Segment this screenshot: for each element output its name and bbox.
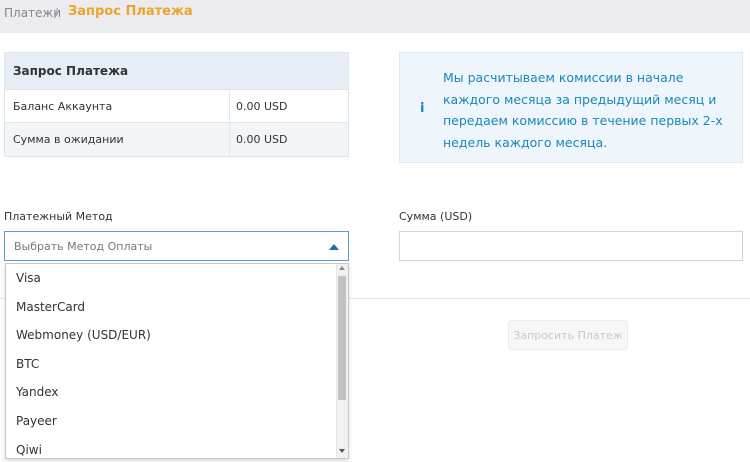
- cell-divider: [229, 123, 230, 156]
- amount-label: Сумма (USD): [399, 210, 473, 223]
- balance-card: Запрос Платежа Баланс Аккаунта 0.00 USD …: [4, 52, 349, 157]
- scroll-up-arrow-icon[interactable]: [339, 266, 345, 270]
- breadcrumb-link-payments[interactable]: Платежи: [4, 6, 61, 20]
- cell-divider: [229, 90, 230, 123]
- dropdown-option-payeer[interactable]: Payeer: [6, 407, 348, 436]
- dropdown-option-webmoney[interactable]: Webmoney (USD/EUR): [6, 321, 348, 350]
- scroll-down-arrow-icon[interactable]: [339, 449, 345, 453]
- dropdown-scrollbar[interactable]: [336, 264, 348, 458]
- dropdown-option-btc[interactable]: BTC: [6, 350, 348, 379]
- dropdown-option-mastercard[interactable]: MasterCard: [6, 293, 348, 322]
- dropdown-option-yandex[interactable]: Yandex: [6, 378, 348, 407]
- dropdown-option-qiwi[interactable]: Qiwi: [6, 436, 348, 458]
- payment-method-select[interactable]: Выбрать Метод Оплаты: [4, 231, 349, 261]
- balance-row-value: 0.00 USD: [236, 133, 288, 146]
- balance-row-label: Сумма в ожидании: [13, 133, 124, 146]
- breadcrumb-separator: /: [54, 6, 59, 20]
- dropdown-option-visa[interactable]: Visa: [6, 264, 348, 293]
- chevron-up-icon: [329, 244, 339, 250]
- payment-method-label: Платежный Метод: [4, 210, 113, 223]
- balance-card-title: Запрос Платежа: [5, 53, 348, 90]
- balance-row-value: 0.00 USD: [236, 100, 288, 113]
- payment-method-dropdown[interactable]: Visa MasterCard Webmoney (USD/EUR) BTC Y…: [5, 263, 349, 459]
- amount-input[interactable]: [399, 231, 743, 261]
- notice-text: Мы расчитываем комиссии в начале каждого…: [443, 70, 723, 150]
- payment-method-placeholder: Выбрать Метод Оплаты: [14, 240, 153, 253]
- page-title: Запрос Платежа: [68, 4, 193, 19]
- info-notice: i Мы расчитываем комиссии в начале каждо…: [399, 52, 743, 163]
- balance-row-account: Баланс Аккаунта 0.00 USD: [5, 90, 348, 123]
- balance-row-pending: Сумма в ожидании 0.00 USD: [5, 123, 348, 156]
- scrollbar-thumb[interactable]: [338, 276, 346, 400]
- breadcrumb: Платежи / Запрос Платежа: [0, 0, 750, 33]
- balance-row-label: Баланс Аккаунта: [13, 100, 113, 113]
- info-icon: i: [420, 101, 425, 116]
- request-payment-button[interactable]: Запросить Платеж: [508, 320, 628, 350]
